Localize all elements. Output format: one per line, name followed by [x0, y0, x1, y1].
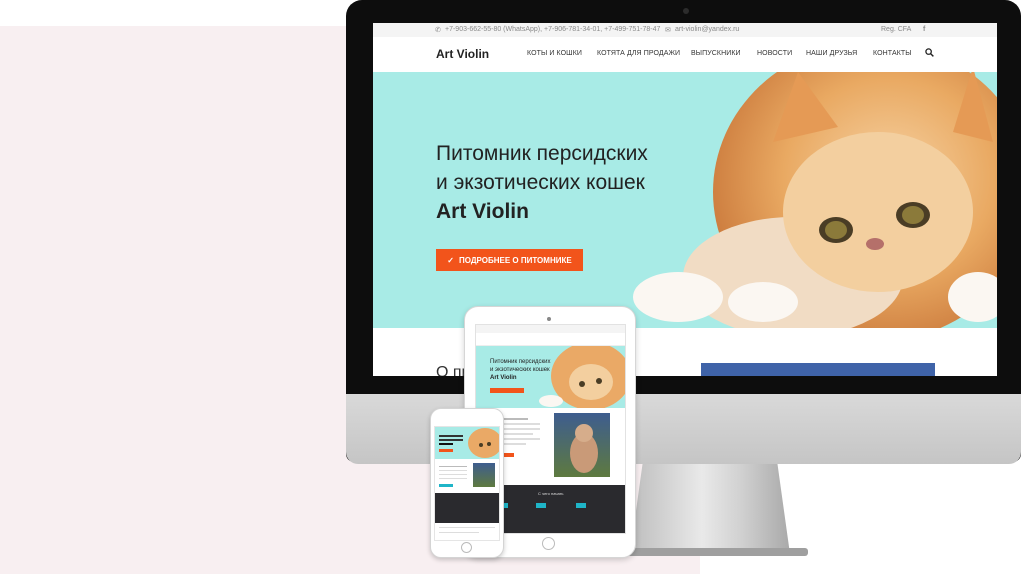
iphone-home-button — [461, 542, 472, 553]
nav-item-news[interactable]: НОВОСТИ — [757, 50, 792, 57]
facebook-icon[interactable]: f — [923, 26, 925, 33]
iphone-hero — [435, 427, 499, 459]
ipad-hero-button — [490, 388, 524, 393]
about-section-photo — [701, 363, 935, 376]
iphone-cat-photo — [468, 428, 499, 458]
camera-icon — [683, 8, 689, 14]
ipad-icon-3 — [576, 503, 586, 508]
hero-title-line2: и экзотических кошек — [436, 171, 645, 194]
iphone-text-block — [439, 463, 467, 492]
iphone-dark-section — [435, 493, 499, 523]
email-link[interactable]: art-violin@yandex.ru — [675, 26, 739, 33]
phone-numbers[interactable]: +7-903-662-55-80 (WhatsApp), +7-906-781-… — [445, 26, 660, 33]
imac-stand — [630, 462, 790, 554]
ipad-hero-line1: Питомник персидских — [490, 359, 551, 365]
hero-title-brand: Art Violin — [436, 200, 529, 223]
iphone-photo — [473, 463, 495, 487]
iphone-screen — [434, 426, 500, 541]
nav-item-kittens-for-sale[interactable]: КОТЯТА ДЛЯ ПРОДАЖИ — [597, 50, 680, 57]
nav-item-graduates[interactable]: ВЫПУСКНИКИ — [691, 50, 741, 57]
mail-icon: ✉ — [665, 27, 671, 34]
ipad-cat-photo-small — [570, 424, 598, 473]
search-icon[interactable] — [925, 48, 934, 57]
ipad-dark-section-title: С чего начать — [538, 491, 564, 496]
ipad-camera-icon — [547, 317, 551, 321]
ipad-hero-line3: Art Violin — [490, 375, 517, 381]
check-icon: ✓ — [447, 255, 454, 265]
ipad-cat-photo — [539, 346, 625, 408]
iphone-hero-button — [439, 449, 453, 452]
ipad-topbar — [476, 325, 625, 333]
ipad-icon-2 — [536, 503, 546, 508]
reg-cfa-label: Reg. CFA — [881, 26, 912, 33]
nav-item-friends[interactable]: НАШИ ДРУЗЬЯ — [806, 50, 857, 57]
ipad-hero-line2: и экзотических кошек — [490, 367, 550, 373]
ipad-home-button — [542, 537, 555, 550]
nav-item-contacts[interactable]: КОНТАКТЫ — [873, 50, 912, 57]
hero-title-line1: Питомник персидских — [436, 142, 648, 165]
imac-base — [612, 548, 808, 556]
main-navbar: Art Violin КОТЫ И КОШКИ КОТЯТА ДЛЯ ПРОДА… — [373, 37, 997, 73]
about-cattery-button-label: ПОДРОБНЕЕ О ПИТОМНИКЕ — [458, 255, 572, 265]
about-cattery-button[interactable]: ✓ ПОДРОБНЕЕ О ПИТОМНИКЕ — [436, 249, 583, 271]
ipad-about-photo — [554, 413, 610, 477]
hero-banner: Питомник персидских и экзотических кошек… — [373, 72, 997, 328]
phone-icon: ✆ — [435, 27, 441, 34]
top-info-bar: ✆ +7-903-662-55-80 (WhatsApp), +7-906-78… — [373, 23, 997, 37]
persian-cat-photo — [633, 72, 997, 328]
ipad-hero: Питомник персидских и экзотических кошек… — [476, 346, 625, 408]
site-logo[interactable]: Art Violin — [436, 47, 489, 61]
nav-item-cats[interactable]: КОТЫ И КОШКИ — [527, 50, 582, 57]
ipad-navbar — [476, 333, 625, 346]
